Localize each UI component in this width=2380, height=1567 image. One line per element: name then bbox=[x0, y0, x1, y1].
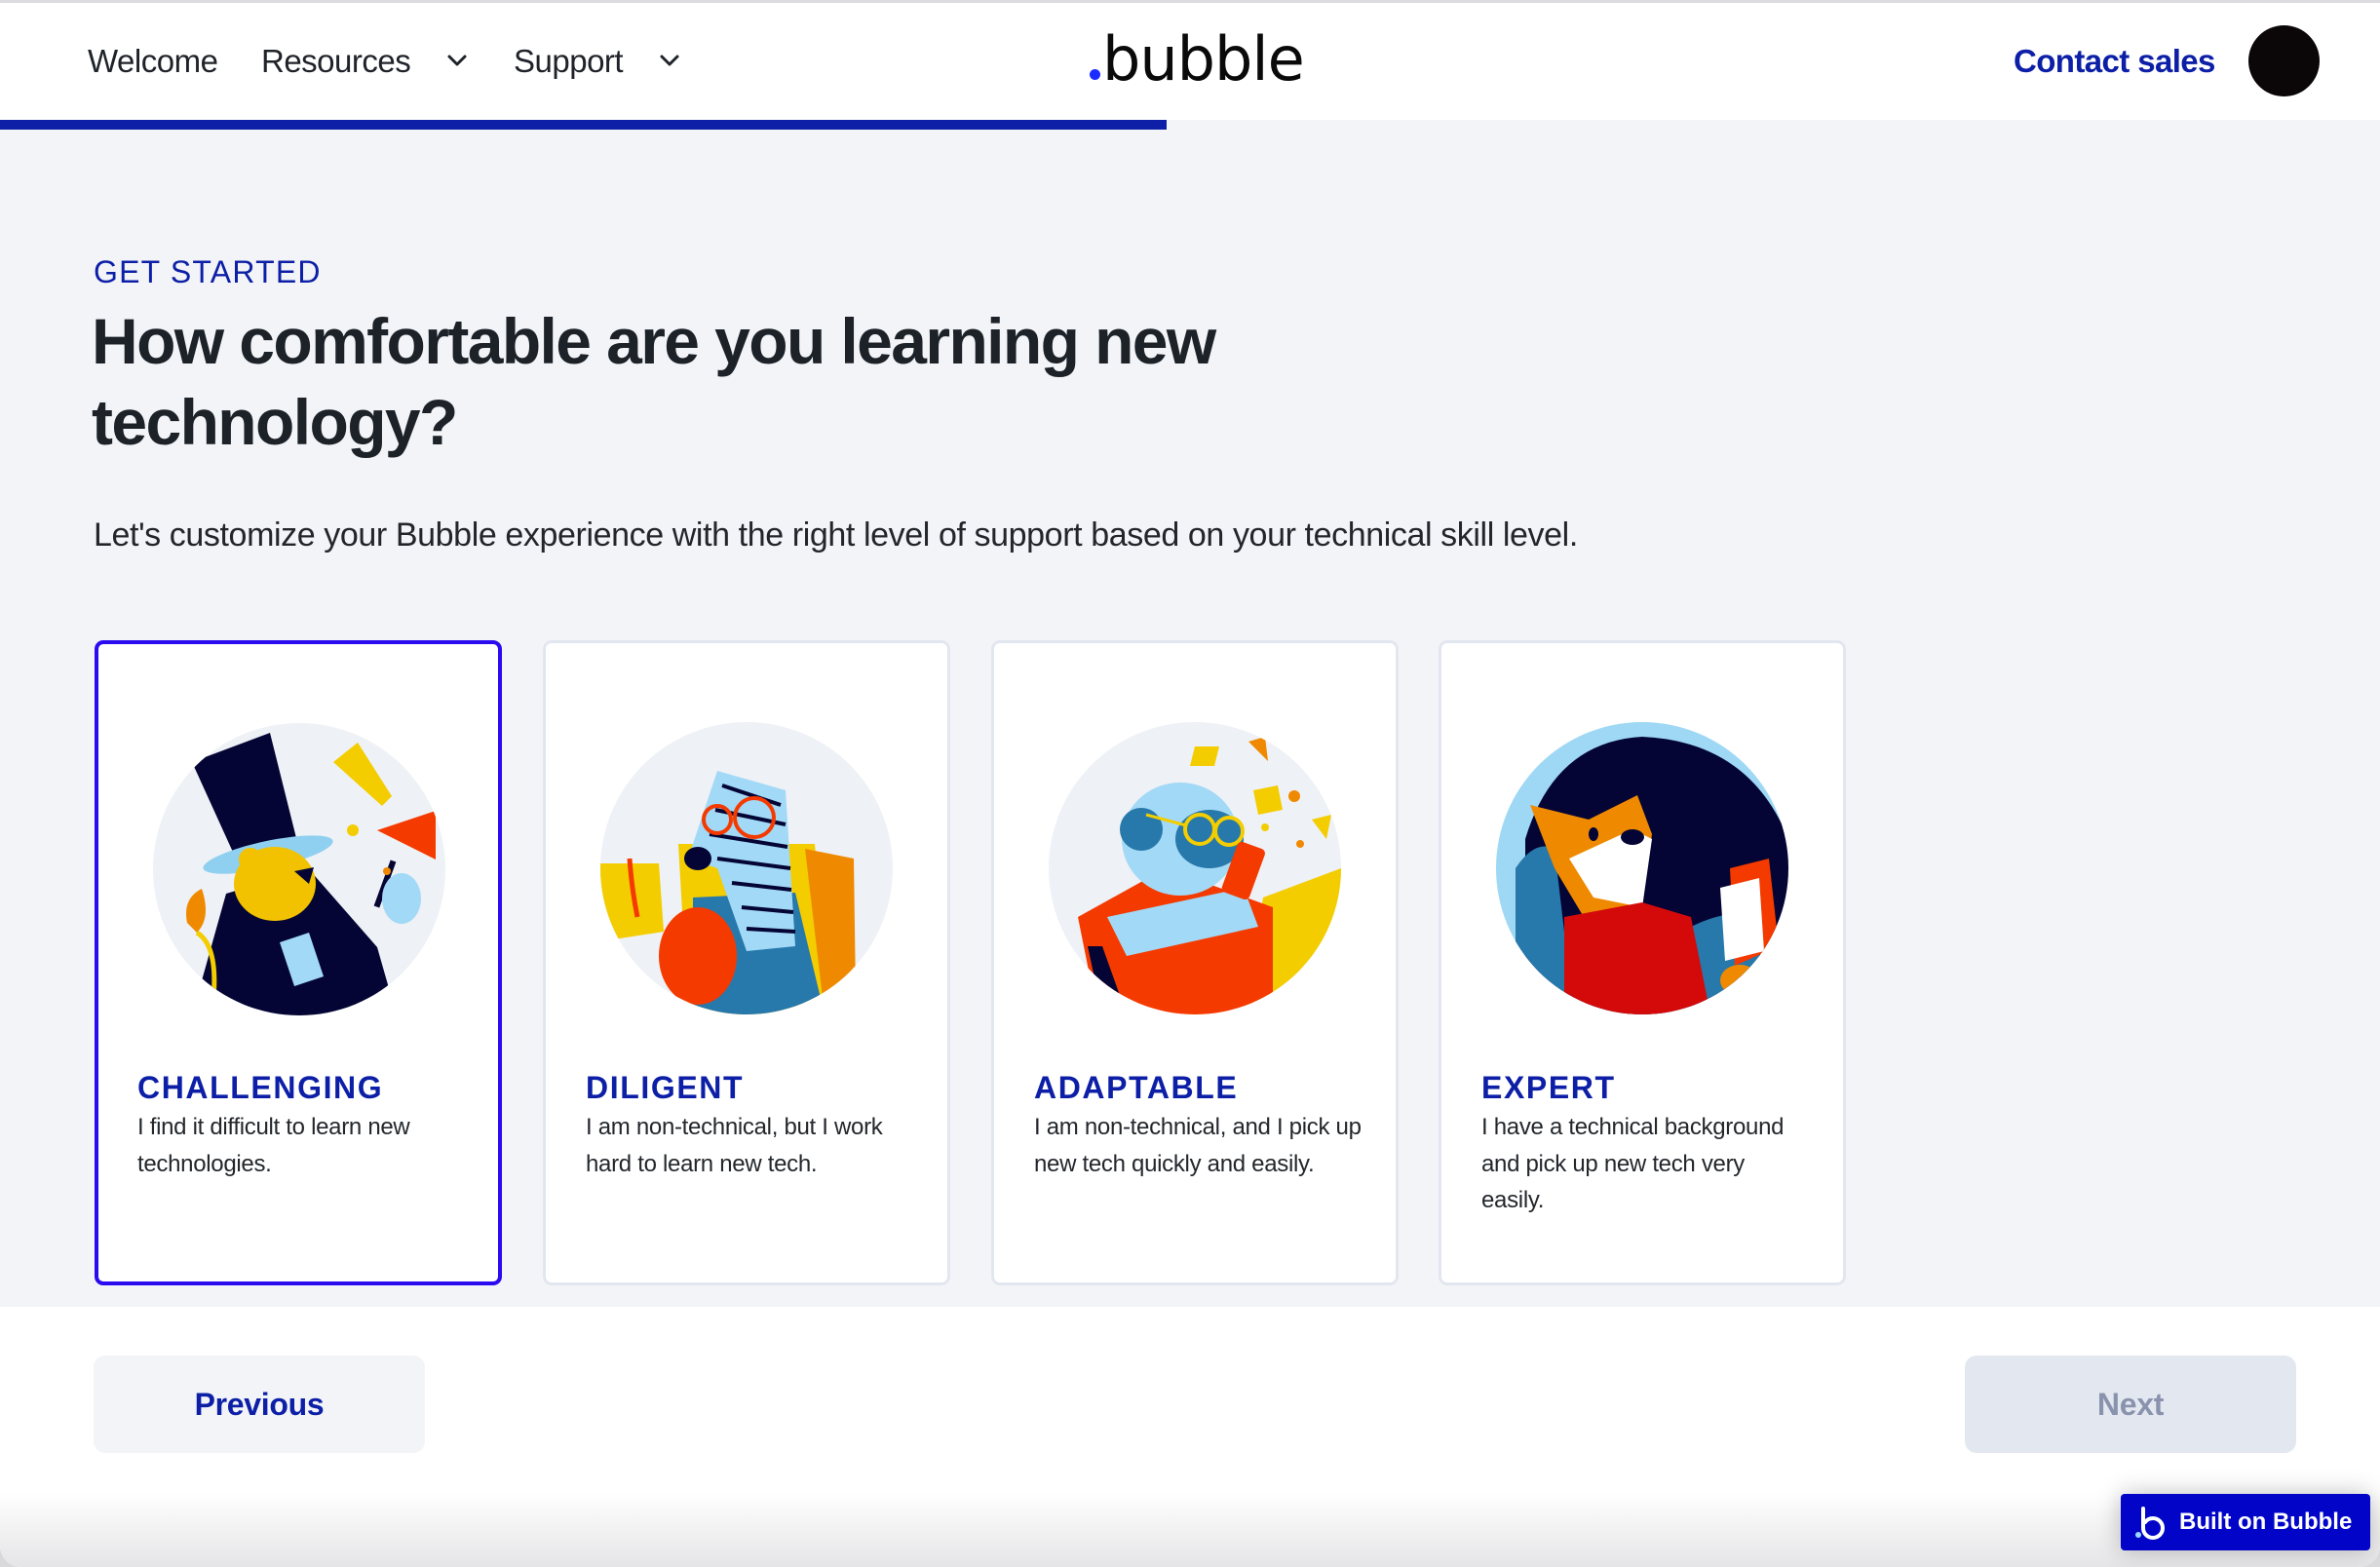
option-title: EXPERT bbox=[1481, 1070, 1616, 1105]
top-nav: Welcome Resources Support bubble Contact… bbox=[0, 3, 2380, 120]
window-bottom-shadow bbox=[0, 1492, 2380, 1567]
nav-support[interactable]: Support bbox=[514, 38, 624, 85]
page-subtitle: Let's customize your Bubble experience w… bbox=[94, 516, 1578, 554]
eyebrow-label: GET STARTED bbox=[94, 254, 322, 289]
option-card-diligent[interactable]: DILIGENT I am non-technical, but I work … bbox=[543, 640, 950, 1285]
option-description: I am non-technical, but I work hard to l… bbox=[586, 1114, 883, 1177]
browser-window: Welcome Resources Support bubble Contact… bbox=[0, 0, 2380, 1567]
bubble-logo[interactable]: bubble bbox=[1090, 23, 1305, 95]
option-description: I am non-technical, and I pick up new te… bbox=[1034, 1114, 1362, 1177]
option-title: CHALLENGING bbox=[137, 1070, 384, 1105]
previous-button[interactable]: Previous bbox=[94, 1356, 425, 1453]
nav-resources[interactable]: Resources bbox=[261, 38, 411, 85]
option-description: I have a technical background and pick u… bbox=[1481, 1114, 1785, 1213]
option-card-challenging[interactable]: CHALLENGING I find it difficult to learn… bbox=[95, 640, 502, 1285]
main-content: GET STARTED How comfortable are you lear… bbox=[0, 120, 2380, 1307]
monkey-illustration-icon bbox=[1049, 722, 1341, 1014]
user-avatar[interactable] bbox=[2248, 25, 2320, 96]
next-button[interactable]: Next bbox=[1965, 1356, 2296, 1453]
progress-bar-fill bbox=[0, 120, 1167, 130]
page-title: How comfortable are you learning new tec… bbox=[92, 305, 1216, 458]
built-on-bubble-badge[interactable]: Built on Bubble bbox=[2121, 1494, 2370, 1550]
badge-label: Built on Bubble bbox=[2179, 1509, 2353, 1535]
option-card-expert[interactable]: EXPERT I have a technical background and… bbox=[1439, 640, 1846, 1285]
bubble-b-logo-icon bbox=[2135, 1507, 2165, 1540]
option-card-adaptable[interactable]: ADAPTABLE I am non-technical, and I pick… bbox=[991, 640, 1399, 1285]
progress-bar bbox=[0, 120, 2380, 130]
chevron-down-icon[interactable] bbox=[446, 50, 468, 71]
zebra-illustration-icon bbox=[600, 722, 893, 1014]
option-title: ADAPTABLE bbox=[1034, 1070, 1239, 1105]
corgi-illustration-icon bbox=[1496, 722, 1788, 1014]
footer-actions: Previous Next bbox=[0, 1307, 2380, 1567]
lion-illustration-icon bbox=[153, 723, 445, 1015]
option-title: DILIGENT bbox=[586, 1070, 745, 1105]
chevron-down-icon[interactable] bbox=[659, 50, 680, 71]
contact-sales-link[interactable]: Contact sales bbox=[2014, 39, 2215, 84]
logo-dot-icon bbox=[1090, 69, 1100, 80]
logo-text: bubble bbox=[1102, 23, 1305, 95]
nav-welcome[interactable]: Welcome bbox=[88, 38, 218, 85]
option-description: I find it difficult to learn new technol… bbox=[137, 1114, 410, 1177]
